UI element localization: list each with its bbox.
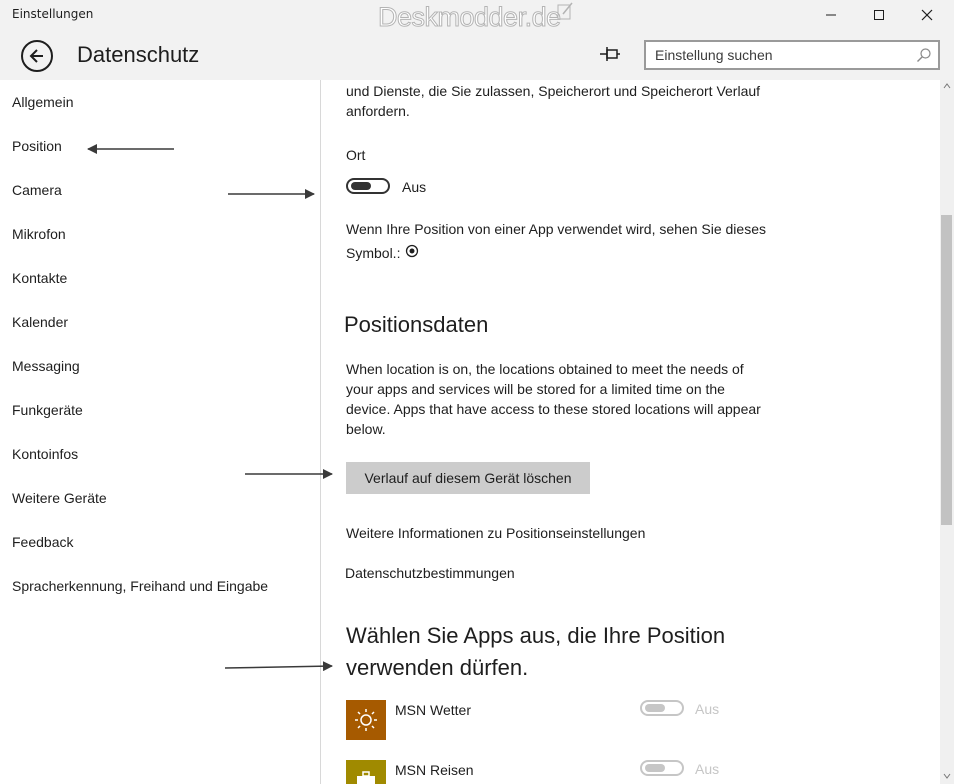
maximize-icon bbox=[874, 10, 884, 20]
title-bar: Einstellungen Deskmodder.de Datenschutz bbox=[0, 0, 954, 80]
scroll-up-icon[interactable] bbox=[943, 82, 951, 90]
msn-reisen-tile bbox=[346, 760, 386, 784]
page-title: Datenschutz bbox=[77, 42, 200, 67]
search-input[interactable] bbox=[646, 42, 908, 68]
positionsdaten-desc-line: When location is on, the locations obtai… bbox=[346, 361, 744, 377]
scroll-thumb[interactable] bbox=[941, 215, 952, 525]
back-button[interactable] bbox=[21, 40, 53, 72]
sun-icon bbox=[355, 709, 377, 731]
pen-icon bbox=[557, 2, 573, 20]
sidebar-item-camera[interactable]: Camera bbox=[12, 180, 62, 200]
minimize-button[interactable] bbox=[808, 0, 854, 30]
ort-label: Ort bbox=[346, 147, 366, 163]
back-arrow-icon bbox=[29, 49, 43, 63]
sidebar-item-allgemein[interactable]: Allgemein bbox=[12, 92, 73, 112]
sidebar-item-kontakte[interactable]: Kontakte bbox=[12, 268, 67, 288]
app-name: MSN Wetter bbox=[395, 702, 471, 718]
msn-reisen-toggle[interactable] bbox=[640, 760, 684, 776]
symbol-text-line: Wenn Ihre Position von einer App verwend… bbox=[346, 221, 766, 237]
close-icon bbox=[921, 9, 933, 21]
close-button[interactable] bbox=[904, 0, 950, 30]
search-icon[interactable] bbox=[916, 47, 932, 63]
window-title: Einstellungen bbox=[12, 7, 94, 21]
location-symbol-icon bbox=[405, 244, 419, 258]
msn-reisen-toggle-state: Aus bbox=[695, 761, 720, 777]
ort-toggle[interactable] bbox=[346, 178, 390, 194]
intro-text-line: anfordern. bbox=[346, 103, 410, 119]
sidebar-item-feedback[interactable]: Feedback bbox=[12, 532, 73, 552]
sidebar-item-weitere-geraete[interactable]: Weitere Geräte bbox=[12, 488, 107, 508]
scroll-down-icon[interactable] bbox=[943, 772, 951, 780]
positionsdaten-heading: Positionsdaten bbox=[344, 312, 489, 337]
more-info-link[interactable]: Weitere Informationen zu Positionseinste… bbox=[346, 523, 645, 543]
sidebar-item-position[interactable]: Position bbox=[12, 136, 62, 156]
search-box[interactable] bbox=[644, 40, 940, 70]
apps-heading: verwenden dürfen. bbox=[346, 655, 529, 680]
sidebar-item-spracherkennung[interactable]: Spracherkennung, Freihand und Eingabe bbox=[12, 576, 268, 596]
toggle-knob bbox=[645, 704, 665, 712]
clear-history-button[interactable]: Verlauf auf diesem Gerät löschen bbox=[346, 462, 590, 494]
msn-wetter-toggle-state: Aus bbox=[695, 701, 720, 717]
symbol-text-line: Symbol.: bbox=[346, 245, 401, 261]
sidebar-item-kontoinfos[interactable]: Kontoinfos bbox=[12, 444, 78, 464]
ort-toggle-state: Aus bbox=[402, 179, 427, 195]
pin-icon[interactable] bbox=[599, 45, 621, 63]
msn-wetter-tile bbox=[346, 700, 386, 740]
watermark: Deskmodder.de bbox=[378, 2, 562, 33]
positionsdaten-desc-line: device. Apps that have access to these s… bbox=[346, 401, 761, 417]
content-scrollbar[interactable] bbox=[940, 80, 954, 784]
toggle-knob bbox=[351, 182, 371, 190]
intro-text-line: und Dienste, die Sie zulassen, Speichero… bbox=[346, 83, 761, 99]
msn-wetter-toggle[interactable] bbox=[640, 700, 684, 716]
privacy-link[interactable]: Datenschutzbestimmungen bbox=[345, 563, 515, 583]
positionsdaten-desc-line: your apps and services will be stored fo… bbox=[346, 381, 725, 397]
content-panel: und Dienste, die Sie zulassen, Speichero… bbox=[322, 80, 940, 784]
sidebar-item-kalender[interactable]: Kalender bbox=[12, 312, 68, 332]
apps-heading: Wählen Sie Apps aus, die Ihre Position bbox=[346, 623, 726, 648]
positionsdaten-desc-line: below. bbox=[346, 421, 386, 437]
minimize-icon bbox=[826, 14, 836, 16]
suitcase-icon bbox=[357, 771, 375, 784]
app-name: MSN Reisen bbox=[395, 762, 474, 778]
sidebar-item-messaging[interactable]: Messaging bbox=[12, 356, 80, 376]
maximize-button[interactable] bbox=[856, 0, 902, 30]
toggle-knob bbox=[645, 764, 665, 772]
sidebar-item-mikrofon[interactable]: Mikrofon bbox=[12, 224, 66, 244]
sidebar-item-funkgeraete[interactable]: Funkgeräte bbox=[12, 400, 83, 420]
sidebar: Allgemein Position Camera Mikrofon Konta… bbox=[0, 80, 321, 784]
